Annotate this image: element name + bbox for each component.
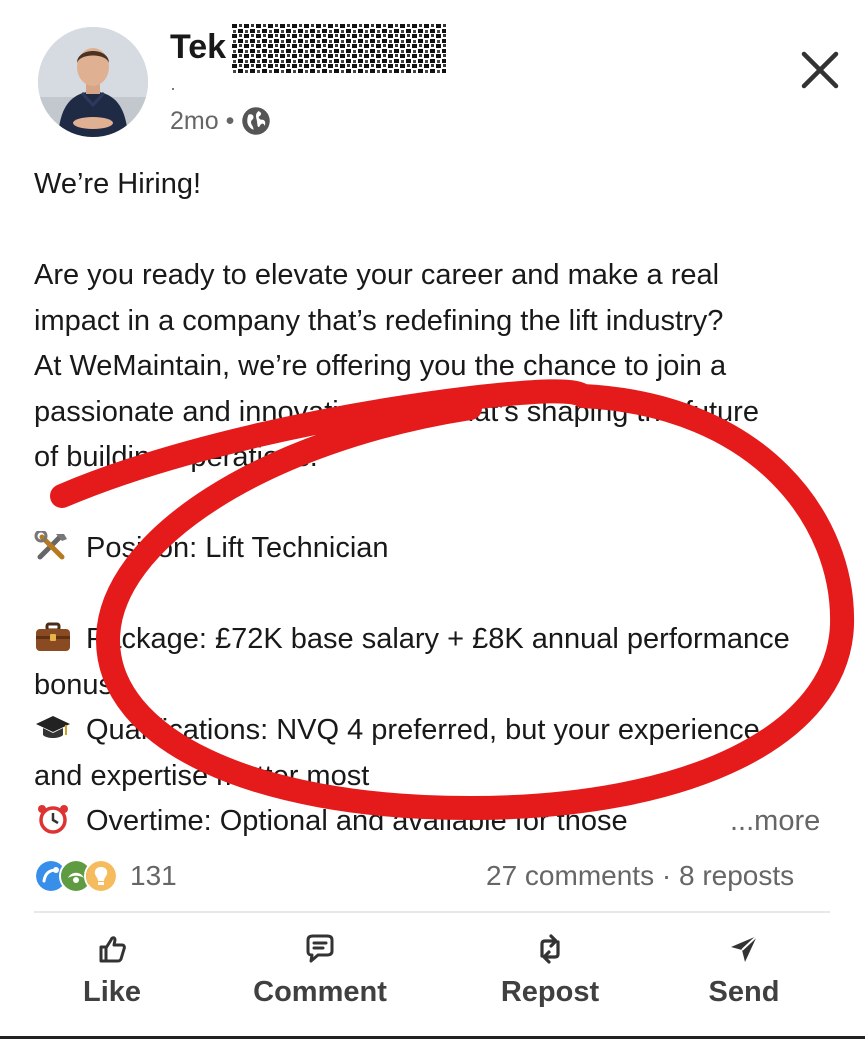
comment-icon (306, 934, 334, 963)
post-paragraph-line: impact in a company that’s redefining th… (34, 304, 724, 337)
repost-button[interactable]: Repost (485, 928, 615, 1020)
comment-button[interactable]: Comment (235, 928, 405, 1020)
overtime-text: Overtime: Optional and available for tho… (86, 805, 628, 837)
reactions-icons[interactable] (34, 856, 118, 896)
briefcase-emoji-icon (36, 622, 70, 651)
package-text: Package: £72K base salary + £8K annual p… (86, 623, 790, 655)
qualifications-continued: and expertise matter most (34, 759, 370, 792)
graduation-cap-emoji-icon (36, 716, 70, 738)
send-label: Send (708, 976, 780, 1008)
insightful-icon (84, 859, 118, 893)
like-icon (99, 936, 126, 963)
author-name[interactable]: Tek (170, 28, 226, 67)
post-paragraph-line: of building operations. (34, 441, 318, 473)
repost-label: Repost (500, 976, 600, 1008)
position-line: Position: Lift Technician (34, 526, 834, 572)
avatar[interactable] (38, 27, 148, 137)
like-button[interactable]: Like (62, 928, 162, 1020)
repost-icon (540, 934, 560, 964)
comments-count[interactable]: 27 comments (486, 860, 654, 891)
post-time: 2mo (170, 106, 219, 135)
alarm-clock-emoji-icon (38, 805, 68, 834)
stats-separator: · (661, 860, 672, 891)
engagement-stats: 27 comments · 8 reposts (486, 860, 794, 892)
reaction-count[interactable]: 131 (130, 860, 177, 892)
meta-separator: • (225, 106, 235, 135)
redacted-name-pixelation (232, 24, 446, 74)
package-line: Package: £72K base salary + £8K annual p… (34, 617, 834, 663)
send-button[interactable]: Send (694, 928, 794, 1020)
post-paragraph-line: At WeMaintain, we’re offering you the ch… (34, 350, 727, 382)
reposts-count[interactable]: 8 reposts (679, 860, 794, 891)
send-icon (731, 935, 758, 962)
see-more-link[interactable]: ...more (730, 799, 820, 845)
qualifications-text: Qualifications: NVQ 4 preferred, but you… (86, 714, 760, 746)
post-body: We’re Hiring! Are you ready to elevate y… (34, 162, 834, 845)
qualifications-line: Qualifications: NVQ 4 preferred, but you… (34, 708, 834, 754)
post-paragraph-line: Are you ready to elevate your career and… (34, 259, 720, 291)
like-label: Like (82, 976, 142, 1008)
comment-label: Comment (253, 976, 387, 1008)
package-continued: bonus! (34, 668, 122, 701)
overtime-line: Overtime: Optional and available for tho… (34, 799, 834, 845)
post-meta: 2mo • (170, 106, 271, 136)
tools-emoji-icon (34, 531, 67, 560)
divider (34, 911, 830, 913)
close-icon[interactable] (796, 46, 844, 94)
post-headline: We’re Hiring! (34, 168, 202, 200)
globe-icon (242, 107, 271, 135)
author-headline: · (170, 78, 176, 98)
post-paragraph-line: passionate and innovative team that’s sh… (34, 395, 759, 428)
position-text: Position: Lift Technician (86, 532, 389, 564)
author-first-name: Tek (170, 28, 227, 66)
profile-photo (38, 27, 148, 137)
